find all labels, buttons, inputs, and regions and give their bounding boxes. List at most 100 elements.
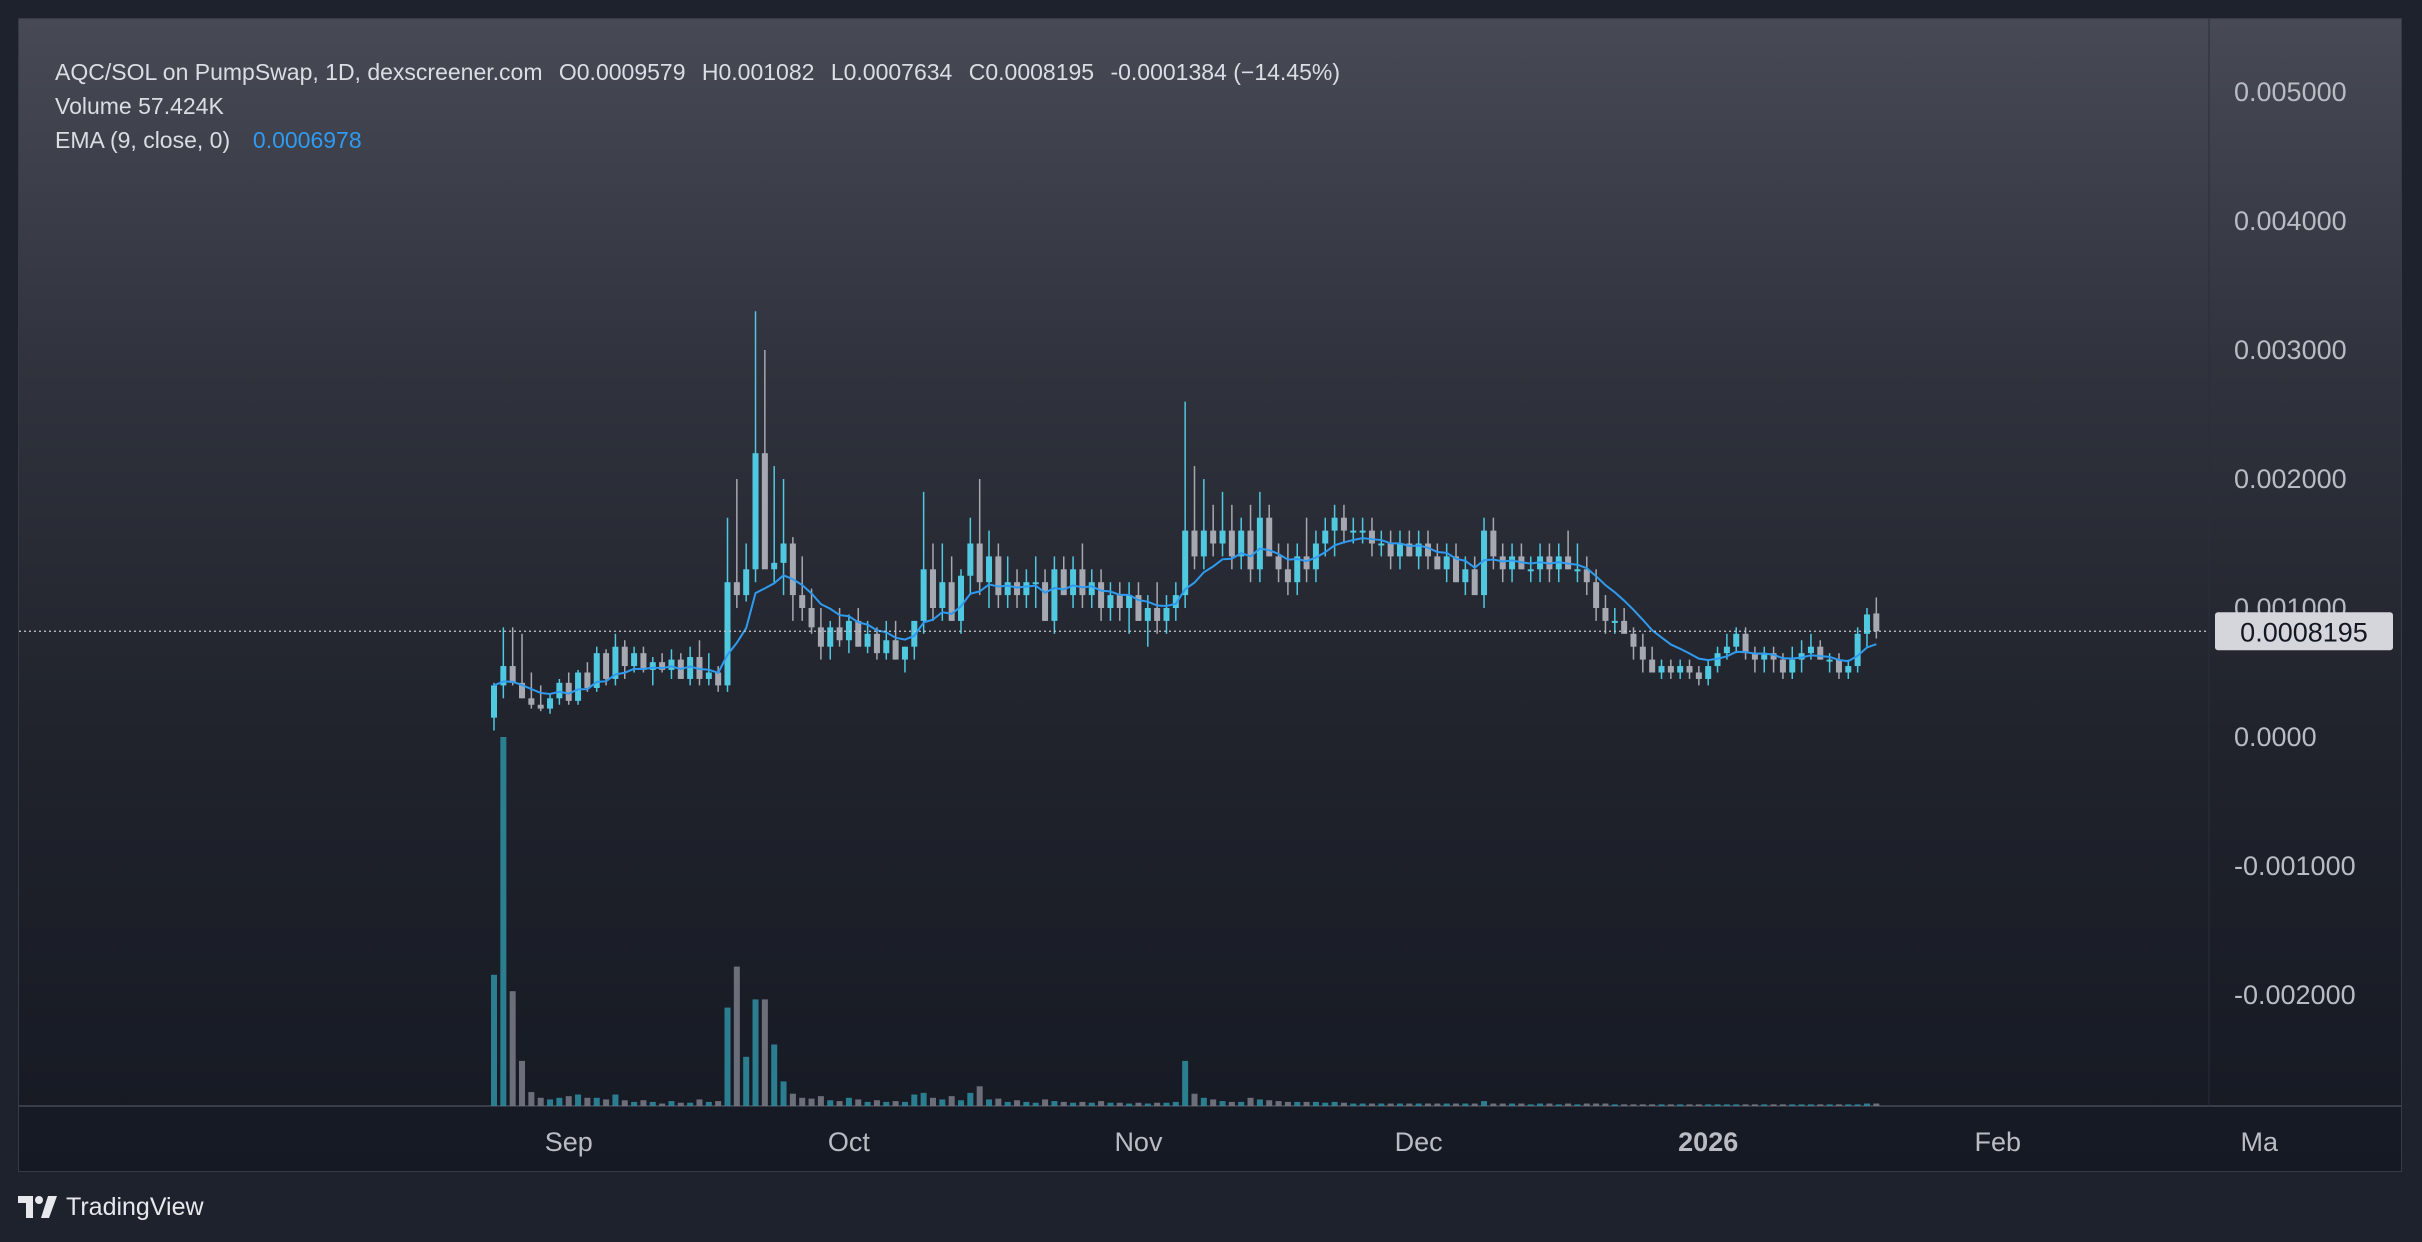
- candle: [929, 543, 936, 621]
- candle-body: [929, 569, 936, 608]
- candle: [1499, 543, 1506, 583]
- volume-bar: [1621, 1104, 1628, 1106]
- volume-bar: [920, 1092, 927, 1106]
- candle: [1835, 653, 1842, 679]
- volume-bar: [1695, 1104, 1702, 1106]
- candle-body: [901, 646, 908, 660]
- candle: [1378, 530, 1385, 557]
- candle: [1266, 504, 1273, 557]
- candle: [696, 640, 703, 686]
- volume-bar: [1042, 1099, 1049, 1106]
- candle: [761, 350, 768, 570]
- candle-body: [1807, 646, 1814, 654]
- volume-bar: [1817, 1104, 1824, 1106]
- volume-bar: [528, 1092, 535, 1106]
- volume-bar: [1602, 1103, 1609, 1106]
- candle: [1340, 504, 1347, 544]
- candle: [1621, 608, 1628, 634]
- volume-bar: [1200, 1097, 1207, 1106]
- candle: [1126, 582, 1133, 634]
- candle: [1098, 569, 1105, 621]
- volume-bar: [1453, 1103, 1460, 1106]
- candle-body: [939, 582, 946, 608]
- candle-body: [640, 653, 647, 670]
- candle: [1667, 659, 1674, 679]
- candle-body: [1695, 672, 1702, 679]
- volume-bar: [621, 1100, 628, 1106]
- candle-body: [621, 646, 628, 667]
- candle: [1294, 543, 1301, 596]
- volume-bar: [1210, 1099, 1217, 1106]
- candle-body: [1443, 556, 1450, 570]
- volume-bar: [771, 1044, 778, 1106]
- volume-bar: [537, 1097, 544, 1106]
- time-tick-label: 2026: [1678, 1127, 1738, 1157]
- volume-bar: [1471, 1103, 1478, 1106]
- candle-body: [715, 672, 722, 686]
- candle-body: [547, 698, 554, 709]
- volume-bar: [836, 1101, 843, 1106]
- price-tick-label: -0.002000: [2234, 980, 2356, 1010]
- time-tick-label: Nov: [1114, 1127, 1163, 1157]
- candle: [1695, 666, 1702, 686]
- candle: [1070, 556, 1077, 608]
- volume-bar: [1387, 1103, 1394, 1106]
- candle-body: [491, 685, 497, 718]
- tradingview-brand[interactable]: TradingView: [18, 1192, 204, 1222]
- volume-bar: [1826, 1104, 1833, 1106]
- volume-bar: [1835, 1104, 1842, 1106]
- price-tick-label: 0.003000: [2234, 335, 2347, 365]
- price-chart[interactable]: 0.0050000.0040000.0030000.0020000.001000…: [19, 19, 2401, 1171]
- volume-bar: [668, 1101, 675, 1106]
- volume-bar: [883, 1101, 890, 1106]
- volume-bar: [1574, 1104, 1581, 1106]
- candle: [1574, 543, 1581, 583]
- volume-bar: [1770, 1104, 1777, 1106]
- last-price-label: 0.0008195: [2240, 617, 2368, 647]
- candle: [1396, 530, 1403, 570]
- candle-body: [1527, 569, 1534, 572]
- candle: [612, 633, 619, 686]
- candle-body: [1835, 659, 1842, 673]
- candle-body: [631, 653, 638, 667]
- volume-bar: [1798, 1104, 1805, 1106]
- candle-body: [948, 582, 955, 621]
- candle: [995, 543, 1002, 608]
- volume-bar: [1070, 1102, 1077, 1106]
- volume-bar: [1499, 1103, 1506, 1106]
- volume-bar: [1415, 1103, 1422, 1106]
- volume-bar: [1266, 1100, 1273, 1106]
- volume-bar: [687, 1102, 694, 1106]
- brand-name: TradingView: [66, 1192, 204, 1221]
- volume-bar: [640, 1100, 647, 1106]
- candle: [1742, 627, 1749, 660]
- volume-bar: [1238, 1101, 1245, 1106]
- candle-body: [1088, 582, 1095, 596]
- candle-body: [1004, 582, 1011, 596]
- candle: [1238, 517, 1245, 570]
- volume-bar: [1490, 1103, 1497, 1106]
- candle-body: [864, 633, 871, 647]
- candle-body: [1200, 530, 1207, 557]
- candle-body: [528, 698, 535, 705]
- candle: [1490, 517, 1497, 570]
- candle-body: [743, 569, 750, 596]
- volume-bar: [1228, 1101, 1235, 1106]
- volume-bar: [696, 1099, 703, 1106]
- candle-body: [1387, 543, 1394, 557]
- volume-bar: [1481, 1101, 1488, 1106]
- candle-body: [1453, 556, 1460, 583]
- candle-body: [1331, 517, 1338, 531]
- volume-bar: [1733, 1104, 1740, 1106]
- candle-body: [1023, 582, 1030, 596]
- volume-bar: [724, 1007, 731, 1106]
- volume-bar: [1686, 1104, 1693, 1106]
- candle-body: [1817, 646, 1824, 660]
- candle: [1453, 543, 1460, 583]
- volume-bar: [1705, 1104, 1712, 1106]
- candle-body: [1107, 595, 1114, 608]
- volume-bar: [1378, 1103, 1385, 1106]
- volume-bar: [1639, 1104, 1646, 1106]
- volume-bar: [593, 1097, 600, 1106]
- candle-body: [1630, 633, 1637, 647]
